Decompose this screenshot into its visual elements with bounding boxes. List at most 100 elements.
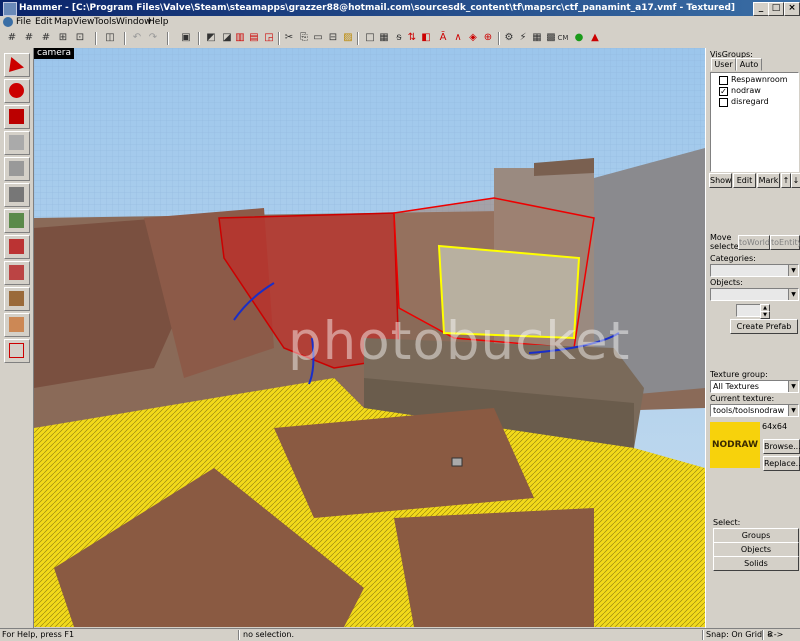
categories-combo[interactable]: ▼ bbox=[710, 264, 799, 277]
toolbar-separator bbox=[278, 32, 280, 45]
select-groups-button[interactable]: Groups bbox=[713, 528, 799, 543]
overlay-icon bbox=[9, 265, 24, 280]
menu-file[interactable]: File bbox=[16, 17, 31, 27]
settings-icon[interactable]: ⚙ bbox=[502, 31, 516, 45]
flip-horizontal-icon[interactable]: ᵴ bbox=[392, 31, 406, 45]
menu-window[interactable]: Window bbox=[116, 17, 152, 27]
status-help: For Help, press F1 bbox=[2, 630, 75, 639]
block-tool[interactable] bbox=[4, 157, 30, 181]
menu-help[interactable]: Help bbox=[148, 17, 169, 27]
vertex-tool-icon[interactable]: Ᾱ bbox=[436, 31, 450, 45]
path-tool[interactable] bbox=[4, 339, 30, 363]
tab-auto[interactable]: Auto bbox=[736, 58, 762, 71]
browse-button[interactable]: Browse... bbox=[763, 439, 800, 454]
clipping-tool[interactable] bbox=[4, 287, 30, 311]
apply-texture-tool[interactable] bbox=[4, 209, 30, 233]
menu-edit[interactable]: Edit bbox=[35, 17, 52, 27]
cut-icon[interactable]: ✂ bbox=[282, 31, 296, 45]
grid-smaller-icon[interactable]: # bbox=[22, 31, 36, 45]
edit-button[interactable]: Edit bbox=[733, 173, 756, 188]
hide-icon[interactable]: ◩ bbox=[204, 31, 218, 45]
carve-icon[interactable]: ◫ bbox=[103, 31, 117, 45]
hollow-icon[interactable]: ⊟ bbox=[326, 31, 340, 45]
spin-down-button[interactable]: ▼ bbox=[760, 311, 770, 319]
decal-icon bbox=[9, 239, 24, 254]
unhide-icon[interactable]: ◪ bbox=[220, 31, 234, 45]
visgroup-checkbox[interactable]: ✓ bbox=[719, 87, 728, 96]
texture-group-combo[interactable]: All Textures ▼ bbox=[710, 380, 799, 393]
show-3d-grid-icon[interactable]: ⊞ bbox=[56, 31, 70, 45]
visgroup-checkbox[interactable] bbox=[719, 76, 728, 85]
to-world-button[interactable]: toWorld bbox=[738, 235, 770, 250]
visgroup-item[interactable]: ✓ nodraw bbox=[719, 86, 761, 96]
visgroup-item[interactable]: disregard bbox=[719, 97, 769, 107]
texture-tool[interactable] bbox=[4, 183, 30, 207]
menu-view[interactable]: View bbox=[73, 17, 94, 27]
portal-icon[interactable]: ▲ bbox=[588, 31, 602, 45]
decal-tool[interactable] bbox=[4, 235, 30, 259]
wireframe-icon[interactable]: ▦ bbox=[530, 31, 544, 45]
camera-viewport[interactable]: camera photobucket bbox=[34, 48, 705, 627]
maximize-button[interactable]: □ bbox=[768, 2, 784, 16]
flip-vertical-icon[interactable]: ⇅ bbox=[405, 31, 419, 45]
texture-group-label: Texture group: bbox=[710, 370, 768, 379]
document-icon[interactable] bbox=[3, 17, 13, 27]
move-selected-label: Move bbox=[710, 233, 732, 242]
mark-button[interactable]: Mark bbox=[757, 173, 780, 188]
texture-lock-icon[interactable]: ▣ bbox=[179, 31, 193, 45]
clip-tool-icon[interactable]: ∧ bbox=[451, 31, 465, 45]
cordon-icon[interactable]: ▨ bbox=[341, 31, 355, 45]
minimize-button[interactable]: _ bbox=[753, 2, 769, 16]
overlay-tool[interactable] bbox=[4, 261, 30, 285]
apply-texture-icon bbox=[9, 213, 24, 228]
close-button[interactable]: × bbox=[784, 2, 800, 16]
grid-icon[interactable]: # bbox=[5, 31, 19, 45]
visgroup-item[interactable]: Respawnroom bbox=[719, 75, 788, 85]
texture-application-icon[interactable]: ▦ bbox=[377, 31, 391, 45]
texture-icon bbox=[9, 187, 24, 202]
create-prefab-button[interactable]: Create Prefab bbox=[730, 319, 798, 334]
select-solids-button[interactable]: Solids bbox=[713, 556, 799, 571]
to-entity-button[interactable]: toEntity bbox=[770, 235, 800, 250]
ungroup-icon[interactable]: ▤ bbox=[247, 31, 261, 45]
replace-button[interactable]: Replace... bbox=[763, 456, 800, 471]
vertex-tool[interactable] bbox=[4, 313, 30, 337]
toolbar-separator bbox=[498, 32, 500, 45]
snap-to-grid-icon[interactable]: ⊡ bbox=[73, 31, 87, 45]
overlay-tool-icon[interactable]: ⊕ bbox=[481, 31, 495, 45]
paste-icon[interactable]: ▭ bbox=[311, 31, 325, 45]
grid-larger-icon[interactable]: # bbox=[39, 31, 53, 45]
main-toolbar: # # # ⊞ ⊡ ◫ ↶ ↷ ▣ ◩ ◪ ▥ ▤ ◲ ✂ ⎘ ▭ ⊟ ▨ □ … bbox=[0, 29, 800, 49]
selection-tool[interactable] bbox=[4, 53, 30, 77]
undo-icon[interactable]: ↶ bbox=[130, 31, 144, 45]
magnify-tool[interactable] bbox=[4, 79, 30, 103]
entity-tool[interactable] bbox=[4, 131, 30, 155]
objects-combo[interactable]: ▼ bbox=[710, 288, 799, 301]
to-entity-icon[interactable]: ◲ bbox=[262, 31, 276, 45]
run-map-icon[interactable]: ⚡ bbox=[516, 31, 530, 45]
menu-tools[interactable]: Tools bbox=[94, 17, 116, 27]
title-bar: Hammer - [C:\Program Files\Valve\Steam\s… bbox=[0, 0, 800, 16]
copy-icon[interactable]: ⎘ bbox=[297, 31, 311, 45]
select-label: Select: bbox=[713, 518, 741, 527]
redo-icon[interactable]: ↷ bbox=[146, 31, 160, 45]
lighting-preview-icon[interactable]: ● bbox=[572, 31, 586, 45]
right-panel: VisGroups: User Auto Respawnroom ✓ nodraw… bbox=[705, 48, 800, 632]
app-icon bbox=[3, 2, 17, 16]
select-objects-button[interactable]: Objects bbox=[713, 542, 799, 557]
selection-box-icon[interactable]: □ bbox=[363, 31, 377, 45]
show-button[interactable]: Show bbox=[709, 173, 732, 188]
cubemap-icon[interactable]: CM bbox=[556, 31, 570, 45]
toolbar-separator bbox=[95, 32, 97, 45]
entity-tool-icon[interactable]: ◈ bbox=[466, 31, 480, 45]
menu-map[interactable]: Map bbox=[54, 17, 73, 27]
align-icon[interactable]: ◧ bbox=[419, 31, 433, 45]
move-up-button[interactable]: ↑ bbox=[781, 173, 791, 188]
move-down-button[interactable]: ↓ bbox=[791, 173, 800, 188]
visgroup-checkbox[interactable] bbox=[719, 98, 728, 107]
camera-tool[interactable] bbox=[4, 105, 30, 129]
current-texture-combo[interactable]: tools/toolsnodraw ▼ bbox=[710, 404, 799, 417]
tab-user[interactable]: User bbox=[711, 58, 736, 71]
group-icon[interactable]: ▥ bbox=[233, 31, 247, 45]
photobucket-watermark: photobucket bbox=[288, 311, 631, 372]
